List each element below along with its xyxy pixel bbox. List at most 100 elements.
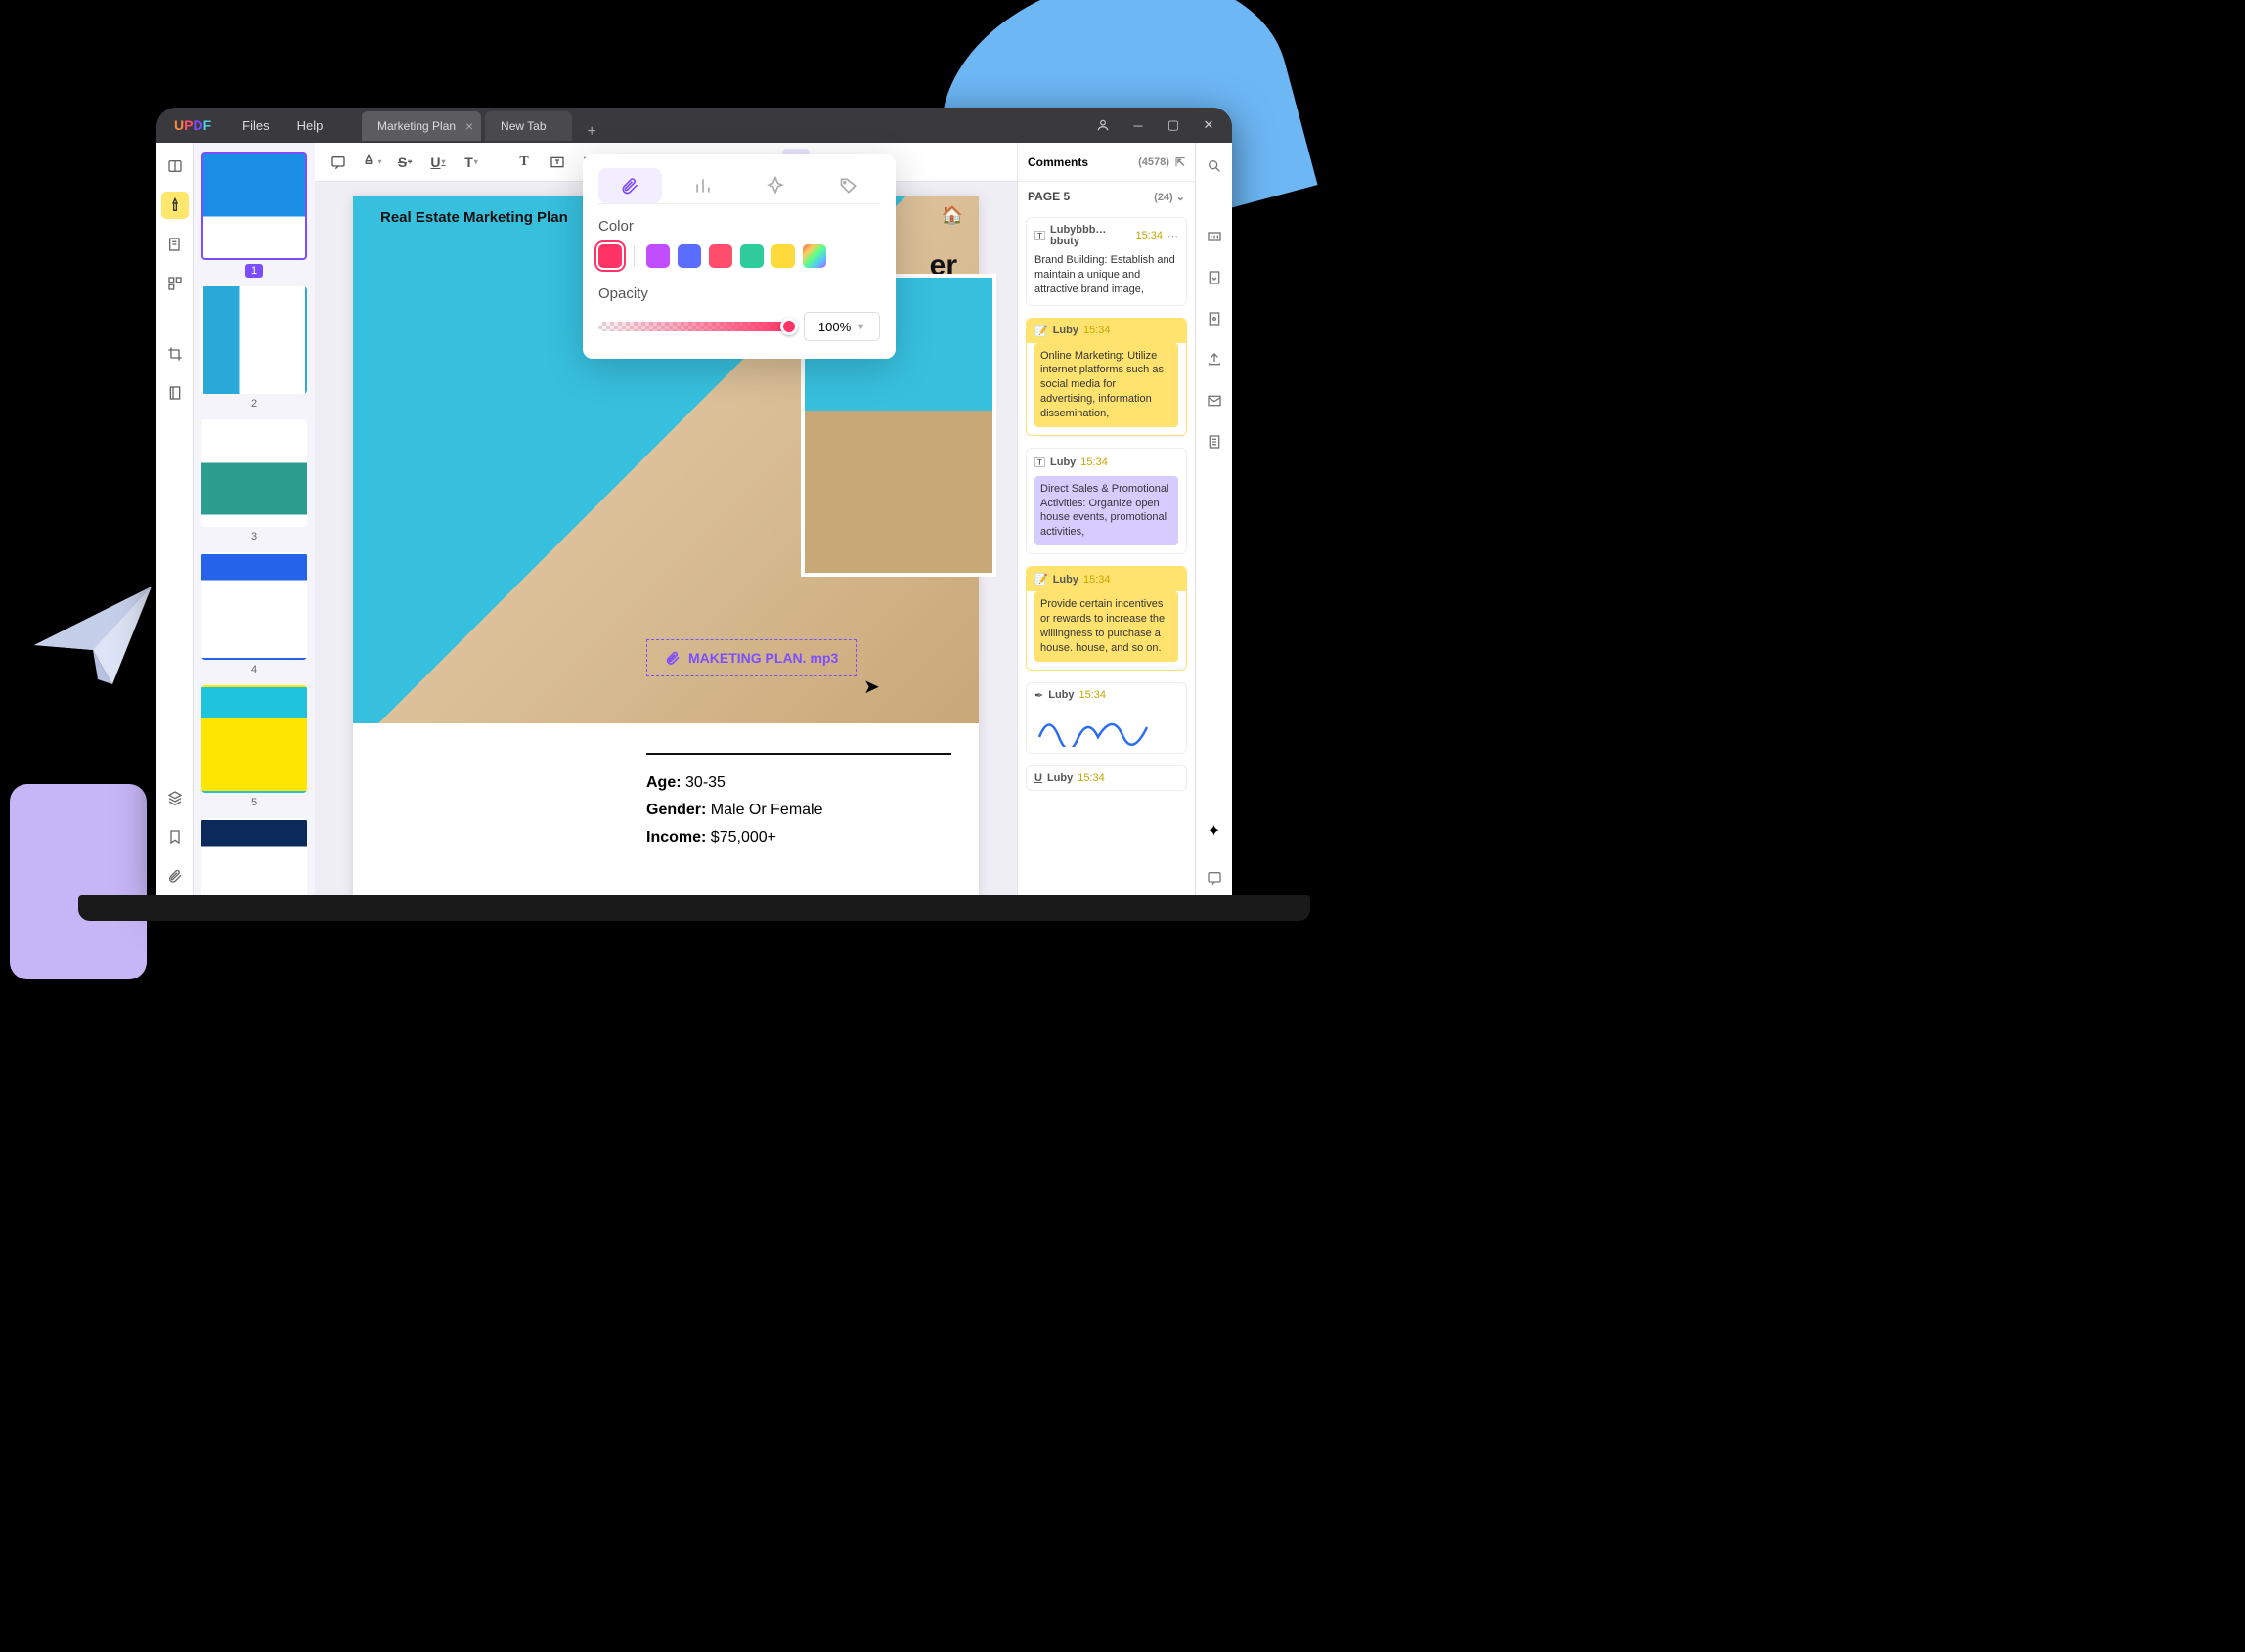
paperclip-icon	[665, 650, 681, 666]
thumb-number: 2	[251, 398, 257, 410]
ai-icon[interactable]: ✦	[1208, 821, 1220, 841]
color-swatch[interactable]	[771, 244, 795, 268]
home-icon: 🏠	[942, 205, 963, 226]
slider-thumb[interactable]	[780, 318, 798, 335]
comment-user: Luby	[1048, 689, 1074, 701]
chat-icon[interactable]	[1201, 864, 1228, 891]
app-logo: UPDF	[156, 117, 229, 133]
search-icon[interactable]	[1201, 152, 1228, 180]
comment-item[interactable]: 🅃Luby15:34 Direct Sales & Promotional Ac…	[1026, 448, 1187, 554]
tab-label: Marketing Plan	[377, 119, 456, 133]
textbox-tool-icon[interactable]	[544, 149, 571, 176]
comment-tool-icon[interactable]	[325, 149, 352, 176]
comment-item[interactable]: 🅃Lubybbb…bbuty15:34⋯ Brand Building: Est…	[1026, 217, 1187, 306]
chevron-down-icon: ⌄	[1176, 192, 1185, 203]
comments-panel: Comments (4578) ⇱ PAGE 5 (24) ⌄ 🅃Lubybbb…	[1017, 143, 1195, 899]
color-swatch-rainbow[interactable]	[803, 244, 826, 268]
thumbnail-4[interactable]: 4	[201, 552, 307, 677]
thumb-number: 5	[251, 797, 257, 808]
thumb-number: 4	[251, 664, 257, 675]
popover-tab-pin[interactable]	[744, 168, 808, 203]
bookmark-icon[interactable]	[161, 823, 189, 850]
popout-icon[interactable]: ⇱	[1175, 155, 1185, 169]
comment-text: Online Marketing: Utilize internet platf…	[1034, 343, 1178, 427]
color-swatch[interactable]	[598, 244, 622, 268]
attachment-annotation[interactable]: MAKETING PLAN. mp3	[646, 639, 857, 676]
tab-close-icon[interactable]: ×	[465, 118, 473, 134]
color-swatch[interactable]	[740, 244, 764, 268]
note-comment-icon: 📝	[1034, 325, 1048, 337]
comments-title: Comments	[1028, 155, 1138, 169]
comment-time: 15:34	[1078, 772, 1105, 784]
tab-label: New Tab	[501, 119, 546, 133]
thumbnail-6[interactable]	[201, 818, 307, 899]
comment-item[interactable]: 📝Luby15:34 Provide certain incentives or…	[1026, 566, 1187, 670]
color-swatch[interactable]	[646, 244, 670, 268]
comments-page-header[interactable]: PAGE 5 (24) ⌄	[1018, 182, 1195, 211]
strikethrough-tool-icon[interactable]: S▾	[391, 149, 418, 176]
edit-mode-icon[interactable]	[161, 231, 189, 258]
annotate-mode-icon[interactable]	[161, 192, 189, 219]
crop-icon[interactable]	[161, 340, 189, 368]
popover-tab-graph[interactable]	[672, 168, 735, 203]
tab-new[interactable]: New Tab	[485, 111, 571, 141]
share-icon[interactable]	[1201, 346, 1228, 373]
color-swatch[interactable]	[678, 244, 701, 268]
tab-marketing-plan[interactable]: Marketing Plan ×	[362, 111, 481, 141]
laptop-base	[78, 895, 1310, 921]
tab-add-button[interactable]: +	[576, 123, 608, 141]
popover-tab-attachment[interactable]	[598, 168, 662, 203]
menu-files[interactable]: Files	[229, 118, 283, 133]
protect-icon[interactable]	[1201, 305, 1228, 332]
comment-item[interactable]: 📝Luby15:34 Online Marketing: Utilize int…	[1026, 318, 1187, 436]
cursor-icon: ➤	[863, 674, 880, 699]
convert-icon[interactable]	[1201, 264, 1228, 291]
thumbnail-3[interactable]: 3	[201, 419, 307, 544]
comment-text: Brand Building: Establish and maintain a…	[1034, 253, 1178, 297]
opacity-slider[interactable]	[598, 322, 792, 331]
signature-drawing	[1034, 708, 1152, 747]
layers-icon[interactable]	[161, 784, 189, 811]
comment-user: Luby	[1047, 772, 1073, 784]
comment-item[interactable]: ✒Luby15:34	[1026, 682, 1187, 754]
squiggly-tool-icon[interactable]: T▾	[458, 149, 485, 176]
comment-user: Luby	[1053, 325, 1078, 336]
reader-mode-icon[interactable]	[161, 152, 189, 180]
account-icon[interactable]	[1087, 113, 1119, 137]
ocr-icon[interactable]	[1201, 223, 1228, 250]
comment-item[interactable]: ULuby15:34	[1026, 765, 1187, 791]
attachment-icon[interactable]	[161, 862, 189, 890]
organize-mode-icon[interactable]	[161, 270, 189, 297]
comment-user: Luby	[1053, 574, 1078, 586]
field-gender: Gender: Male Or Female	[646, 802, 951, 819]
close-button[interactable]: ✕	[1193, 113, 1224, 137]
underline-tool-icon[interactable]: U▾	[424, 149, 452, 176]
comment-time: 15:34	[1135, 230, 1163, 241]
maximize-button[interactable]: ▢	[1158, 113, 1189, 137]
minimize-button[interactable]: ─	[1122, 113, 1154, 137]
print-icon[interactable]	[1201, 428, 1228, 456]
comment-time: 15:34	[1083, 574, 1111, 586]
compress-icon[interactable]	[161, 379, 189, 407]
menu-help[interactable]: Help	[284, 118, 337, 133]
page-title: Real Estate Marketing Plan	[380, 209, 568, 226]
menubar: UPDF Files Help ─ ▢ ✕	[156, 108, 1232, 143]
divider	[646, 753, 951, 755]
thumbnail-1[interactable]: 1	[201, 152, 307, 279]
comments-total: (4578)	[1138, 156, 1169, 168]
field-age: Age: 30-35	[646, 774, 951, 792]
opacity-value-select[interactable]: 100%▼	[804, 312, 880, 341]
text-tool-icon[interactable]: T	[510, 149, 538, 176]
thumbnail-5[interactable]: 5	[201, 685, 307, 810]
popover-tab-tag[interactable]	[817, 168, 881, 203]
app-window: UPDF Files Help ─ ▢ ✕ Marketing Plan × Ne…	[156, 108, 1232, 899]
thumbnail-2[interactable]: 2	[201, 286, 307, 412]
more-icon[interactable]: ⋯	[1167, 230, 1178, 242]
pen-comment-icon: ✒	[1034, 689, 1043, 702]
color-swatch[interactable]	[709, 244, 732, 268]
thumbnail-panel: 1 2 3 4 5	[194, 143, 315, 899]
email-icon[interactable]	[1201, 387, 1228, 414]
text-comment-icon: 🅃	[1034, 228, 1045, 243]
comment-time: 15:34	[1080, 456, 1108, 468]
highlight-tool-icon[interactable]: ▾	[358, 149, 385, 176]
